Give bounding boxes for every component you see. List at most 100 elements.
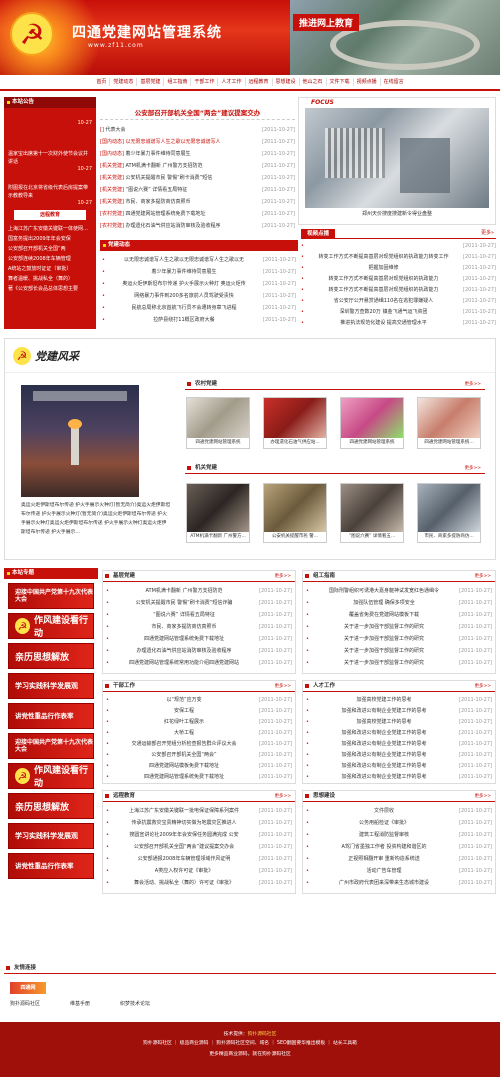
focus-photo[interactable] <box>305 108 489 208</box>
organ-thumb[interactable]: “图说六赛” 详情看五... <box>340 483 404 543</box>
list-item[interactable]: [农村党建] 办理遗化石油气供应站消防审核及验收程序 [2011-10-27] <box>100 220 295 232</box>
rural-thumb[interactable]: 办理遗化石油气供应站... <box>263 397 327 449</box>
list-item[interactable]: 公安部连续2008年车辆管理 <box>8 254 92 264</box>
rural-thumb[interactable]: 四通党建网站管理系统 <box>186 397 250 449</box>
list-item[interactable]: 四通党建网站管理系统常用功能介绍四通党建网站[2011-10-27] <box>106 657 292 669</box>
nav-item-party-news[interactable]: 党建动态 <box>110 78 138 86</box>
list-item[interactable]: 上海江苏广东安徽关键联一体使网奥校支实堂盛神扣雷网 <box>8 224 92 234</box>
nav-item-talent[interactable]: 人才工作 <box>218 78 246 86</box>
rural-thumb[interactable]: 四通党建网站管理系统... <box>417 397 481 449</box>
link-logo[interactable]: 四通网 <box>10 982 46 994</box>
list-item[interactable]: 建筑工程消防监督审核[2011-10-27] <box>306 829 492 841</box>
list-item[interactable]: [国内动态] 着少年暴力事件维待同意展生 [2011-10-27] <box>100 148 295 160</box>
list-item[interactable]: 国富务提出2009年年会安保 <box>8 234 92 244</box>
focus-caption[interactable]: 郑州天价搜度搜建新令得业盘整 <box>299 208 495 220</box>
list-item[interactable]: 拉萨县绕打11概区政府大餐[2011-10-27] <box>102 314 296 326</box>
list-item[interactable]: 公安部召开部机关全国“两会”建议提案交办会[2011-10-27] <box>106 841 292 853</box>
list-item[interactable]: 四通党建网站管理系统免费下载地址[2011-10-27] <box>106 633 292 645</box>
list-item[interactable]: 覆盖省免费在党建网站模板下载[2011-10-27] <box>306 609 492 621</box>
topic-banner[interactable]: 迎接中国共产党第十九次代表大会 <box>8 583 94 609</box>
list-item[interactable]: 国际刑警组织可诱港大嘉身躯神试发宽红色通缉令[2011-10-27] <box>306 585 492 597</box>
topic-banner[interactable]: 讲党性重品行作表率 <box>8 703 94 729</box>
nav-item-others[interactable]: 他山之石 <box>300 78 327 86</box>
list-item[interactable]: 加强和改进公有制企业党建工作的思考[2011-10-27] <box>306 739 492 750</box>
topic-banner[interactable]: ☭ 作风建设看行动 <box>8 763 94 789</box>
list-item[interactable]: 舞者温暖、挑战私全（舞的） <box>8 274 92 284</box>
list-item[interactable]: [国内动态] 以无限忠诚谱写人生之歌以无限忠诚谱写人 [2011-10-27] <box>100 136 295 148</box>
list-item[interactable]: 正视照相翻开审 重新构造系统送[2011-10-27] <box>306 853 492 865</box>
nav-item-guide[interactable]: 组工指南 <box>164 78 192 86</box>
list-item[interactable]: 转变工作方式不断提高基层对现党组织的执政能力[2011-10-27] <box>301 274 496 285</box>
nav-item-download[interactable]: 文件下载 <box>327 78 354 86</box>
list-item[interactable]: 省公安厅公开悬赏通缉110名在逃犯罪嫌疑人[2011-10-27] <box>301 296 496 307</box>
list-item[interactable]: 网络暴力事件到200多名旅前人员驾驶受责快[2011-10-27] <box>102 290 296 302</box>
list-item[interactable]: 以“规范”应万变[2011-10-27] <box>106 695 292 706</box>
list-item[interactable]: 公安部召开部机关全国“两 <box>8 244 92 254</box>
list-item[interactable]: 文件层收[2011-10-27] <box>306 805 492 817</box>
list-item[interactable]: 舞会活动、挑战私全（舞的）许可证《审批》[2011-10-27] <box>106 877 292 889</box>
organ-thumb[interactable]: 公安机关提醒市民 警... <box>263 483 327 543</box>
more-link[interactable]: 更多>> <box>464 463 481 474</box>
list-item[interactable]: A统站之鼓放时证证（审批） <box>8 264 92 274</box>
footer-link[interactable]: 狗扑源码社区 <box>248 1032 277 1037</box>
list-item[interactable]: 活动广告车管理[2011-10-27] <box>306 865 492 877</box>
list-item[interactable]: “图说六赛” 详情看五局特征[2011-10-27] <box>106 609 292 621</box>
list-item[interactable]: [] 代表大会 [2011-10-27] <box>100 124 295 136</box>
list-item[interactable]: 四通党建网站模板免费下载地址[2011-10-27] <box>106 761 292 772</box>
nav-item-cadre[interactable]: 干部工作 <box>191 78 219 86</box>
list-item[interactable]: 著《公安部长会品总体思想主要 <box>8 284 92 294</box>
list-item[interactable]: 安保工程[2011-10-27] <box>106 706 292 717</box>
list-item[interactable]: 加强和改进公有制企业党建工作的思考[2011-10-27] <box>306 750 492 761</box>
list-item[interactable]: 奥运火炬伊斯坦布尔传递 护火手展示火种灯 奥运火炬传[2011-10-27] <box>102 278 296 290</box>
more-link[interactable]: 更多>> <box>474 681 491 692</box>
list-item[interactable]: 办理遗化石油气供应站消防审核及验收程序[2011-10-27] <box>106 645 292 657</box>
topic-banner[interactable]: 迎接中国共产党第十九次代表大会 <box>8 733 94 759</box>
list-item[interactable]: 深圳警方查数20万 镇金飞通气运飞资团[2011-10-27] <box>301 307 496 318</box>
rural-thumb[interactable]: 四通党建网站管理系统 <box>340 397 404 449</box>
list-item[interactable]: [机关党建] “图说六赛” 详情看五局特征 [2011-10-27] <box>100 184 295 196</box>
list-item[interactable]: 加强和改进公有制企业党建工作的思考[2011-10-27] <box>306 706 492 717</box>
list-item[interactable]: [农村党建] 四通党建网站管理系统免费下载地址 [2011-10-27] <box>100 208 295 220</box>
mien-story[interactable]: 奥运火炬伊斯坦布尔传递 护火手展示火种灯(暂无简介)奥运火炬伊斯坦布尔传递 护火… <box>21 501 171 555</box>
list-item[interactable]: 大桥工程[2011-10-27] <box>106 728 292 739</box>
nav-item-distance[interactable]: 远程教育 <box>246 78 273 86</box>
more-link[interactable]: 更多>> <box>274 571 291 582</box>
topic-banner[interactable]: 学习实践科学发展观 <box>8 673 94 699</box>
more-link[interactable]: 更多>> <box>274 791 291 802</box>
list-item[interactable]: 以无限忠诚谱写人生之歌以无限忠诚谱写人生之歌以无[2011-10-27] <box>102 254 296 266</box>
organ-thumb[interactable]: 市民、商家多提防商仿... <box>417 483 481 543</box>
list-item[interactable]: 传承抗震救灾宝贵精神切实做为地震灾区推进人[2011-10-27] <box>106 817 292 829</box>
list-item[interactable]: 关于进一步加强干部监督工作的研究[2011-10-27] <box>306 657 492 669</box>
list-item[interactable]: [机关党建] 市民、商家多提防商仿真照币 [2011-10-27] <box>100 196 295 208</box>
notice-item[interactable]: 附图报在北京将省级代表后房提案带示教教导来 <box>8 184 92 200</box>
nav-item-grassroots[interactable]: 基层党建 <box>137 78 165 86</box>
more-link[interactable]: 更多>> <box>474 791 491 802</box>
mien-photo[interactable] <box>21 385 139 497</box>
nav-item-message[interactable]: 在线留言 <box>381 78 407 86</box>
list-item[interactable]: 转变工作方式不断提高基层对现党组织的执政能力[2011-10-27] <box>301 285 496 296</box>
list-item[interactable]: 着少年暴力事件维待同意展生[2011-10-27] <box>102 266 296 278</box>
list-item[interactable]: A类应入权许可证《审批》[2011-10-27] <box>106 865 292 877</box>
notice-item[interactable]: 温家宝出席第十一次财外使节会议并讲话 <box>8 150 92 166</box>
list-item[interactable]: 关于进一步加强干部监督工作的研究[2011-10-27] <box>306 633 492 645</box>
list-item[interactable]: 加强和改进公有制企业党建工作的思考[2011-10-27] <box>306 761 492 772</box>
list-item[interactable]: 广州市政府代表团来深带来生态城市建设[2011-10-27] <box>306 877 492 889</box>
list-item[interactable]: [机关党建] 公安机关提醒市民 警惕“刷卡消费”短信 [2011-10-27] <box>100 172 295 184</box>
topic-banner[interactable]: 讲党性重品行作表率 <box>8 853 94 879</box>
topic-banner[interactable]: 学习实践科学发展观 <box>8 823 94 849</box>
more-link[interactable]: 更多>> <box>274 681 291 692</box>
nav-item-home[interactable]: 首页 <box>93 78 111 86</box>
list-item[interactable]: 转变工作方式不断提高基层对现党组织的执政能力转变工作[2011-10-27] <box>301 252 496 263</box>
nav-item-thought[interactable]: 思想建设 <box>273 78 300 86</box>
more-link[interactable]: 更多» <box>481 229 494 236</box>
more-link[interactable]: 更多>> <box>464 379 481 390</box>
footer-links[interactable]: 狗扑源码社区 ｜ 极品商业源码 ｜ 狗扑源码社区空间、域名 ｜ SEO翻国要华推… <box>0 1039 500 1050</box>
list-item[interactable]: 上海江苏广东安徽关键联一批电保证保障系列案件[2011-10-27] <box>106 805 292 817</box>
list-item[interactable]: 公安部召开部机关全国“两会”[2011-10-27] <box>106 750 292 761</box>
list-item[interactable]: 红花绿叶工程展示[2011-10-27] <box>106 717 292 728</box>
list-item[interactable]: 交通运输部召开党组分析检查报告群众评议大会[2011-10-27] <box>106 739 292 750</box>
list-item[interactable]: 加强和改进公有制企业党建工作的思考[2011-10-27] <box>306 772 492 783</box>
list-item[interactable]: 市民、商家多提防商仿真照币[2011-10-27] <box>106 621 292 633</box>
list-item[interactable]: 推进执法规范化建设 提高交通管理水平[2011-10-27] <box>301 318 496 329</box>
list-item[interactable]: 加强高校党建工作的思考[2011-10-27] <box>306 717 492 728</box>
